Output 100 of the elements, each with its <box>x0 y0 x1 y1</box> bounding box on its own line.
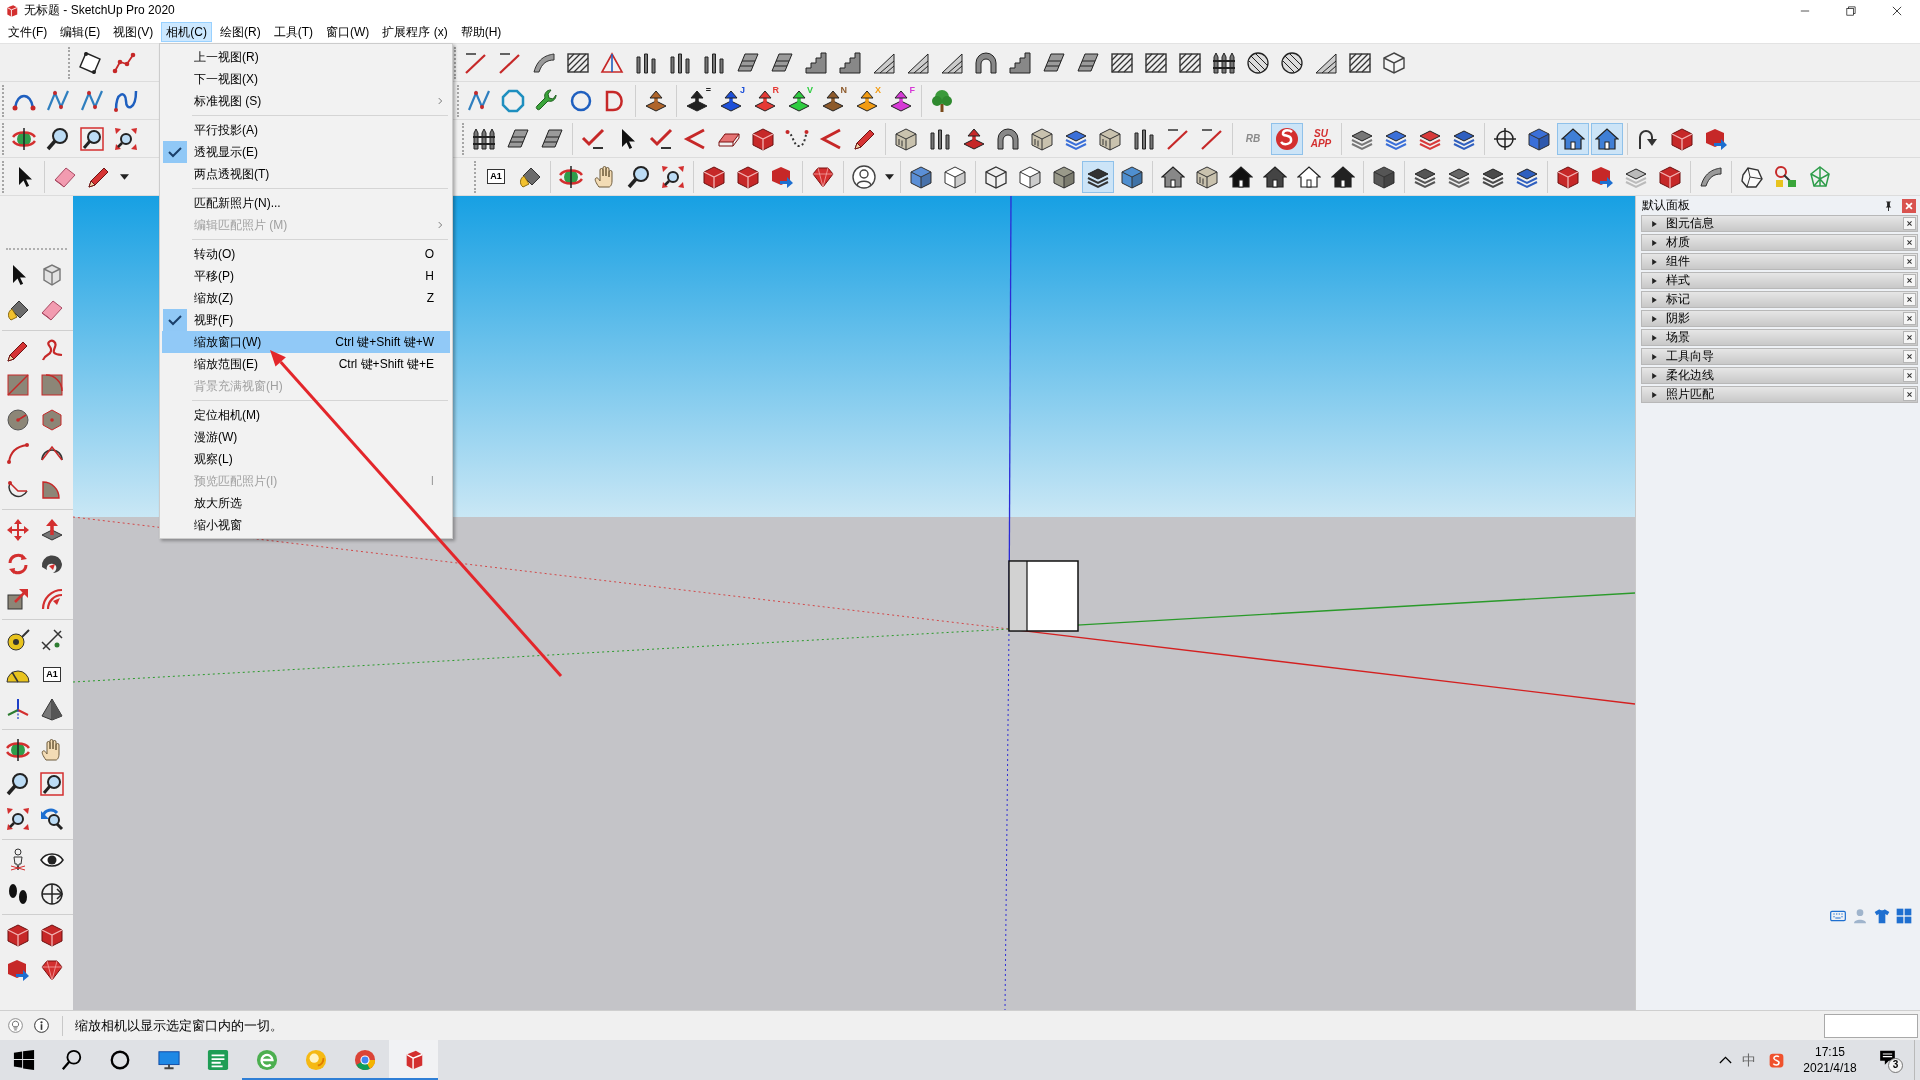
box-icon <box>1658 164 1682 189</box>
document-tile-icon <box>206 1049 229 1071</box>
menu-item[interactable]: 缩放范围(E) Ctrl 键+Shift 键+E <box>162 353 450 375</box>
input-mode-button[interactable]: 中 <box>1737 1040 1761 1080</box>
menu-item[interactable]: 文件(F) <box>3 22 53 42</box>
panel-header[interactable]: 柔化边线 <box>1641 367 1918 384</box>
arch-icon <box>974 50 998 75</box>
close-icon <box>1902 198 1916 213</box>
panel-header[interactable]: 照片匹配 <box>1641 386 1918 403</box>
menu-item[interactable]: 缩放(Z) Z <box>162 287 450 309</box>
close-icon <box>1906 315 1913 322</box>
toolbar-button[interactable]: = <box>681 84 713 117</box>
menu-item[interactable]: 工具(T) <box>268 22 318 42</box>
undo-magnifier-icon <box>40 806 64 831</box>
menu-item[interactable]: 平行投影(A) <box>162 119 450 141</box>
close-button[interactable] <box>1903 350 1916 363</box>
menu-item[interactable]: 放大所选 <box>162 492 450 514</box>
magnifier-icon <box>6 772 30 796</box>
menu-item[interactable]: 帮助(H) <box>455 22 507 42</box>
close-button[interactable] <box>1903 255 1916 268</box>
orb-icon <box>304 1049 327 1071</box>
hatched-square-icon <box>1110 50 1134 75</box>
gem-icon <box>40 957 64 982</box>
check-icon <box>581 126 605 151</box>
arch-icon <box>996 126 1020 151</box>
ring-icon <box>109 1049 131 1071</box>
tree-icon <box>930 88 954 113</box>
menu-item[interactable]: 视图(V) <box>108 22 159 42</box>
panel-header[interactable]: 图元信息 <box>1641 215 1918 232</box>
grid-icon <box>1896 908 1912 924</box>
taskbar-app[interactable] <box>389 1040 438 1080</box>
text-tool-button[interactable]: A1 <box>36 658 68 690</box>
menu-item[interactable]: 缩放窗口(W) Ctrl 键+Shift 键+W <box>162 331 450 353</box>
box-arrow-icon <box>770 164 794 189</box>
measurement-field[interactable] <box>1824 1013 1918 1038</box>
panel-header[interactable]: 样式 <box>1641 272 1918 289</box>
columns-icon <box>1132 126 1156 151</box>
panel-header[interactable]: 场景 <box>1641 329 1918 346</box>
menu-item[interactable]: 定位相机(M) <box>162 404 450 426</box>
toolbar-button[interactable]: R <box>749 84 781 117</box>
search-icon <box>61 1049 83 1071</box>
caret-icon <box>884 173 894 180</box>
menu-item[interactable]: 相机(C) <box>161 22 212 42</box>
crosshair-icon <box>1493 126 1517 151</box>
menu-item[interactable]: 漫游(W) <box>162 426 450 448</box>
close-button[interactable] <box>1903 274 1916 287</box>
close-button[interactable] <box>1903 388 1916 401</box>
footprints-icon <box>6 882 30 906</box>
menu-item[interactable]: 视野(F) <box>162 309 450 331</box>
notification-button[interactable]: 3 <box>1861 1040 1914 1080</box>
panel-header[interactable]: 组件 <box>1641 253 1918 270</box>
panel-icon <box>540 126 564 151</box>
start-icon <box>13 1049 35 1071</box>
menu-item[interactable]: 标准视图 (S) <box>162 90 450 112</box>
close-button[interactable] <box>1903 369 1916 382</box>
menu-item[interactable]: 平移(P) H <box>162 265 450 287</box>
menu-item[interactable]: 编辑(E) <box>55 22 106 42</box>
menu-item[interactable]: 窗口(W) <box>321 22 375 42</box>
toolbar-button[interactable]: N <box>817 84 849 117</box>
menu-item[interactable]: 转动(O) O <box>162 243 450 265</box>
curved-pipe-icon <box>1699 164 1723 189</box>
close-button[interactable] <box>1903 236 1916 249</box>
clock[interactable]: 17:15 2021/4/18 <box>1799 1040 1861 1080</box>
hexagon-icon <box>1382 50 1406 75</box>
box-icon <box>40 923 64 947</box>
menu-item[interactable]: 扩展程序 (x) <box>377 22 453 42</box>
chevron-icon <box>683 126 707 151</box>
menu-item[interactable]: 上一视图(R) <box>162 46 450 68</box>
columns-icon <box>928 126 952 151</box>
panel-icon <box>770 50 794 75</box>
menu-item[interactable]: 绘图(R) <box>215 22 266 42</box>
close-button[interactable] <box>1903 312 1916 325</box>
panel-header[interactable]: 阴影 <box>1641 310 1918 327</box>
close-button[interactable] <box>1903 331 1916 344</box>
menu-item[interactable]: 缩小视窗 <box>162 514 450 536</box>
panel-header[interactable]: 工具向导 <box>1641 348 1918 365</box>
panel-header[interactable]: 材质 <box>1641 234 1918 251</box>
curved-pipe-icon <box>532 50 556 75</box>
hatched-square-icon <box>566 50 590 75</box>
text-tool-button[interactable]: A1 <box>480 160 512 193</box>
lightbulb-icon <box>8 1018 23 1033</box>
plugin-button[interactable]: SU APP <box>1305 122 1337 155</box>
segmented-circle-icon <box>353 1049 376 1071</box>
pyramid-icon <box>40 696 64 721</box>
fence-icon <box>472 126 496 151</box>
toolbar-button[interactable]: J <box>715 84 747 117</box>
panel-header[interactable]: 标记 <box>1641 291 1918 308</box>
info-icon <box>34 1018 49 1033</box>
box-icon <box>1556 164 1580 189</box>
menu-item[interactable]: 透视显示(E) <box>162 141 450 163</box>
menu-item[interactable]: 两点透视图(T) <box>162 163 450 185</box>
menu-item[interactable]: 观察(L) <box>162 448 450 470</box>
close-icon <box>1906 258 1913 265</box>
close-button[interactable] <box>1903 293 1916 306</box>
close-icon <box>1906 296 1913 303</box>
close-button[interactable] <box>1903 217 1916 230</box>
box-icon <box>702 164 726 189</box>
polyline-icon <box>112 50 136 75</box>
menu-item[interactable]: 下一视图(X) <box>162 68 450 90</box>
menu-item[interactable]: 匹配新照片(N)... <box>162 192 450 214</box>
